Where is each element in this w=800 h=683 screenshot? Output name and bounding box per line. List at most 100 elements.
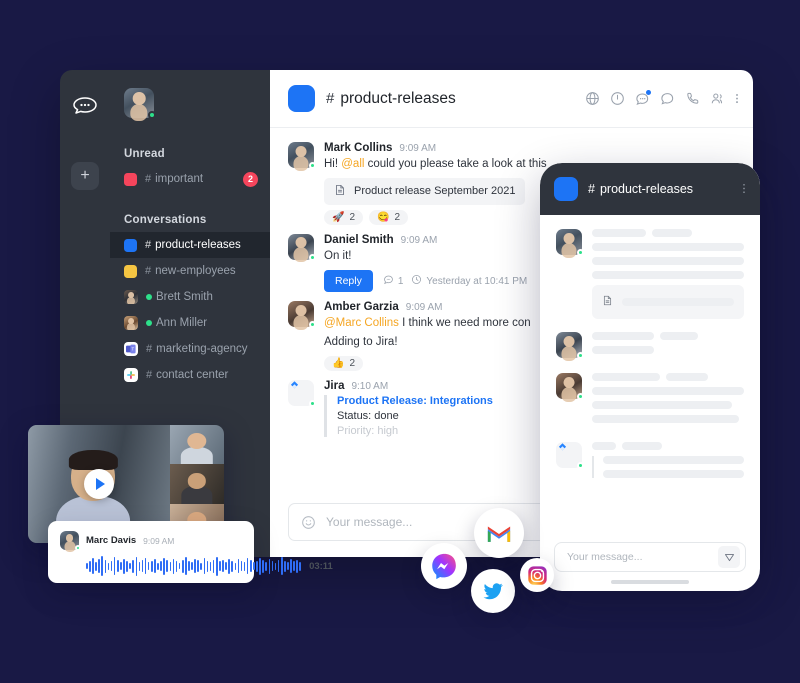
participant-2[interactable] bbox=[170, 425, 224, 465]
reply-meta: 1 Yesterday at 10:41 PM bbox=[383, 274, 527, 288]
chat-header: # product-releases bbox=[270, 70, 753, 128]
audio-waveform[interactable] bbox=[86, 555, 302, 577]
messenger-icon[interactable] bbox=[421, 543, 467, 589]
status-online-icon bbox=[309, 321, 316, 329]
status-online-icon bbox=[148, 111, 156, 119]
mobile-message-input[interactable]: Your message... bbox=[567, 551, 643, 563]
waveform-bar bbox=[101, 556, 104, 576]
waveform-bar bbox=[160, 561, 162, 571]
waveform-bar bbox=[293, 561, 295, 571]
status-online-icon bbox=[577, 462, 584, 469]
attachment-card[interactable]: Product release September 2021 bbox=[324, 177, 526, 205]
status-online-icon bbox=[577, 393, 584, 400]
waveform-bar bbox=[86, 563, 88, 569]
info-circle-icon[interactable] bbox=[610, 91, 625, 106]
audio-message-header: Marc Davis 9:09 AM bbox=[60, 531, 242, 552]
sidebar-item-important[interactable]: # important 2 bbox=[110, 166, 270, 192]
waveform-bar bbox=[234, 562, 237, 570]
attachment-card[interactable] bbox=[592, 285, 744, 319]
waveform-bar bbox=[163, 557, 165, 575]
jira-issue-card[interactable] bbox=[592, 456, 744, 478]
sidebar-item-marketing-agency[interactable]: T # marketing-agency bbox=[110, 336, 270, 362]
sidebar-item-new-employees[interactable]: # new-employees bbox=[110, 258, 270, 284]
sidebar-item-label: # important bbox=[145, 173, 204, 185]
kebab-menu-icon[interactable] bbox=[742, 182, 746, 197]
mention-user[interactable]: @Marc Collins bbox=[324, 317, 399, 329]
thread-icon[interactable] bbox=[660, 91, 675, 106]
participant-3[interactable] bbox=[170, 464, 224, 504]
waveform-bar bbox=[126, 560, 128, 572]
waveform-bar bbox=[129, 563, 131, 569]
audio-message-card[interactable]: Marc Davis 9:09 AM 03:11 bbox=[48, 521, 333, 583]
rocket-reaction[interactable]: 🚀 2 bbox=[324, 209, 364, 225]
instagram-icon[interactable] bbox=[520, 558, 554, 592]
discussion-icon[interactable] bbox=[635, 90, 651, 106]
kebab-menu-icon[interactable] bbox=[735, 91, 739, 106]
skeleton-lines bbox=[592, 229, 744, 319]
face-reaction[interactable]: 😋 2 bbox=[369, 209, 409, 225]
avatar[interactable] bbox=[556, 442, 584, 469]
smiley-icon[interactable] bbox=[301, 515, 316, 530]
waveform-bar bbox=[200, 562, 203, 570]
waveform-bar bbox=[185, 557, 187, 575]
waveform-bar bbox=[274, 562, 277, 570]
avatar[interactable] bbox=[556, 373, 584, 402]
square-yellow-icon bbox=[124, 264, 137, 278]
waveform-bar bbox=[246, 558, 249, 574]
waveform-bar bbox=[265, 561, 268, 571]
avatar[interactable] bbox=[556, 332, 584, 361]
avatar[interactable] bbox=[288, 142, 316, 171]
sidebar-item-label: # product-releases bbox=[145, 239, 241, 251]
waveform-bar bbox=[249, 560, 252, 572]
status-online-icon bbox=[577, 249, 584, 256]
avatar[interactable] bbox=[288, 301, 316, 330]
waveform-bar bbox=[259, 557, 261, 575]
status-online-icon bbox=[146, 320, 152, 326]
message-author: Daniel Smith bbox=[324, 233, 394, 246]
slack-icon bbox=[124, 368, 138, 382]
avatar[interactable] bbox=[288, 379, 316, 407]
hash-icon: # bbox=[145, 173, 152, 185]
send-icon[interactable] bbox=[718, 546, 740, 568]
members-icon[interactable] bbox=[710, 91, 725, 106]
audio-message-timestamp: 9:09 AM bbox=[143, 535, 175, 546]
waveform-bar bbox=[107, 562, 110, 570]
message-timestamp: 9:09 AM bbox=[399, 143, 437, 154]
play-button[interactable] bbox=[84, 469, 114, 499]
waveform-bar bbox=[157, 562, 159, 570]
phone-icon[interactable] bbox=[685, 91, 700, 106]
avatar[interactable] bbox=[60, 531, 81, 552]
mobile-composer-box[interactable]: Your message... bbox=[554, 542, 746, 572]
rocket-chat-icon[interactable] bbox=[72, 92, 98, 118]
sidebar-item-brett-smith[interactable]: Brett Smith bbox=[110, 284, 270, 310]
twitter-icon[interactable] bbox=[471, 569, 515, 613]
waveform-bar bbox=[296, 559, 298, 573]
attachment-label: Product release September 2021 bbox=[354, 185, 516, 198]
waveform-bar bbox=[277, 560, 280, 572]
add-button[interactable]: + bbox=[71, 162, 99, 190]
waveform-bar bbox=[116, 560, 119, 572]
avatar[interactable] bbox=[124, 88, 156, 121]
avatar[interactable] bbox=[288, 233, 316, 263]
sidebar-item-contact-center[interactable]: # contact center bbox=[110, 362, 270, 388]
skeleton-lines bbox=[592, 442, 744, 484]
avatar-icon bbox=[124, 290, 138, 304]
globe-icon[interactable] bbox=[585, 91, 600, 106]
list-item bbox=[556, 442, 744, 484]
gmail-icon[interactable] bbox=[474, 508, 524, 558]
sidebar-item-ann-miller[interactable]: Ann Miller bbox=[110, 310, 270, 336]
mobile-app-mockup: # product-releases Your message... bbox=[540, 163, 760, 591]
channel-name: product-releases bbox=[599, 182, 694, 196]
mobile-page-title: # product-releases bbox=[588, 182, 693, 196]
waveform-bar bbox=[280, 557, 283, 575]
sidebar-item-product-releases[interactable]: # product-releases bbox=[110, 232, 270, 258]
waveform-bar bbox=[191, 562, 193, 570]
message-input[interactable]: Your message... bbox=[326, 515, 412, 529]
mention-all[interactable]: @all bbox=[341, 158, 364, 170]
thumbs-up-reaction[interactable]: 👍 2 bbox=[324, 355, 364, 371]
waveform-bar bbox=[219, 561, 221, 571]
avatar[interactable] bbox=[556, 229, 584, 258]
waveform-bar bbox=[132, 559, 134, 573]
reply-button[interactable]: Reply bbox=[324, 270, 373, 293]
waveform-bar bbox=[253, 562, 255, 570]
